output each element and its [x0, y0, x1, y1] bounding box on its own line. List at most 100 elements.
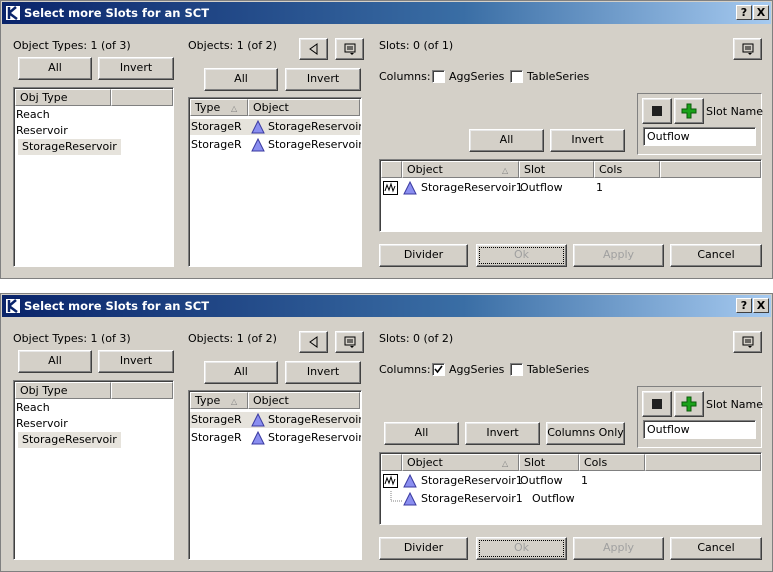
- object-types-invert-button[interactable]: Invert: [98, 57, 174, 80]
- dialog-window-1: Select more Slots for an SCT ? X Object …: [0, 0, 773, 279]
- slot-column-header[interactable]: Slot: [519, 454, 579, 471]
- plus-icon: [681, 396, 697, 412]
- columns-label: Columns:: [379, 363, 431, 376]
- close-button[interactable]: X: [753, 5, 769, 20]
- slots-menu-button[interactable]: [733, 331, 762, 353]
- aggseries-label: AggSeries: [449, 363, 505, 376]
- menu-icon: [742, 43, 753, 55]
- apply-button[interactable]: Apply: [573, 537, 664, 560]
- table-row[interactable]: StorageR StorageReservoir2: [190, 430, 361, 446]
- ok-button[interactable]: Ok: [476, 537, 567, 560]
- object-types-list[interactable]: Obj Type Reach Reservoir StorageReservoi…: [13, 87, 174, 267]
- objects-list[interactable]: Type △ Object StorageR StorageReservoir1 …: [188, 390, 362, 560]
- table-row[interactable]: StorageReservoir1 Outflow 1: [381, 180, 761, 196]
- divider-button[interactable]: Divider: [379, 244, 468, 267]
- help-button[interactable]: ?: [736, 5, 752, 20]
- ok-button[interactable]: Ok: [476, 244, 567, 267]
- list-item[interactable]: Reach: [16, 400, 50, 416]
- slots-all-button[interactable]: All: [384, 422, 459, 445]
- stop-button[interactable]: [642, 391, 672, 417]
- object-column-header[interactable]: Object △: [402, 454, 519, 471]
- obj-type-column-header[interactable]: Obj Type: [15, 382, 111, 399]
- dialog-window-2: Select more Slots for an SCT ? X Object …: [0, 293, 773, 572]
- collapse-left-button[interactable]: [299, 331, 328, 353]
- close-button[interactable]: X: [753, 298, 769, 313]
- slot-name-label: Slot Name: [706, 398, 764, 411]
- table-row[interactable]: StorageR StorageReservoir1: [190, 119, 361, 135]
- list-item[interactable]: Reservoir: [16, 123, 68, 139]
- slots-menu-button[interactable]: [733, 38, 762, 60]
- list-item[interactable]: Reach: [16, 107, 50, 123]
- list-item[interactable]: Reservoir: [16, 416, 68, 432]
- table-row[interactable]: StorageReservoir1 Outflow 1: [381, 473, 761, 489]
- object-column-header[interactable]: Object: [248, 99, 360, 116]
- reservoir-icon: [251, 138, 265, 152]
- slot-name-input[interactable]: Outflow: [643, 420, 756, 439]
- objects-invert-button[interactable]: Invert: [285, 361, 361, 384]
- objects-list[interactable]: Type △ Object StorageR StorageReservoir1 …: [188, 97, 362, 267]
- object-column-header[interactable]: Object △: [402, 161, 519, 178]
- row-type: StorageR: [191, 120, 242, 133]
- table-row-child[interactable]: StorageReservoir1 Outflow: [381, 491, 761, 507]
- cols-column-header[interactable]: Cols: [594, 161, 660, 178]
- objects-menu-button[interactable]: [335, 331, 364, 353]
- objects-invert-button[interactable]: Invert: [285, 68, 361, 91]
- row-slot: Outflow: [520, 474, 563, 487]
- aggseries-checkbox[interactable]: [432, 363, 445, 376]
- row-slot: Outflow: [532, 492, 575, 505]
- table-row[interactable]: StorageR StorageReservoir2: [190, 137, 361, 153]
- slots-list[interactable]: Object △ Slot Cols StorageReservoir1 Outf…: [379, 452, 762, 525]
- series-icon: [383, 474, 398, 488]
- aggseries-checkbox[interactable]: [432, 70, 445, 83]
- objects-all-button[interactable]: All: [204, 68, 278, 91]
- add-slot-button[interactable]: [674, 98, 704, 124]
- list-item-selected[interactable]: StorageReservoir: [18, 432, 121, 448]
- slots-all-button[interactable]: All: [469, 129, 544, 152]
- title-bar[interactable]: Select more Slots for an SCT ? X: [2, 2, 771, 24]
- slots-invert-button[interactable]: Invert: [465, 422, 540, 445]
- stop-button[interactable]: [642, 98, 672, 124]
- type-column-header[interactable]: Type △: [190, 392, 248, 409]
- help-button[interactable]: ?: [736, 298, 752, 313]
- object-types-all-button[interactable]: All: [18, 57, 92, 80]
- list-item-selected[interactable]: StorageReservoir: [18, 139, 121, 155]
- object-column-header[interactable]: Object: [248, 392, 360, 409]
- series-icon: [383, 181, 398, 195]
- cols-column-header[interactable]: Cols: [579, 454, 645, 471]
- aggseries-label: AggSeries: [449, 70, 505, 83]
- cancel-button[interactable]: Cancel: [670, 537, 762, 560]
- cancel-button[interactable]: Cancel: [670, 244, 762, 267]
- divider-button[interactable]: Divider: [379, 537, 468, 560]
- slot-name-input[interactable]: Outflow: [643, 127, 756, 146]
- apply-button[interactable]: Apply: [573, 244, 664, 267]
- objects-all-button[interactable]: All: [204, 361, 278, 384]
- plus-icon: [681, 103, 697, 119]
- triangle-left-icon: [308, 43, 317, 55]
- columns-only-button[interactable]: Columns Only: [546, 422, 625, 445]
- objects-menu-button[interactable]: [335, 38, 364, 60]
- empty-column-header: [645, 454, 761, 471]
- object-types-all-button[interactable]: All: [18, 350, 92, 373]
- collapse-left-button[interactable]: [299, 38, 328, 60]
- reservoir-icon: [403, 492, 417, 506]
- obj-type-column-header[interactable]: Obj Type: [15, 89, 111, 106]
- triangle-left-icon: [308, 336, 317, 348]
- object-types-invert-button[interactable]: Invert: [98, 350, 174, 373]
- objects-label: Objects: 1 (of 2): [188, 39, 277, 52]
- dialog-title: Select more Slots for an SCT: [24, 299, 210, 313]
- title-bar[interactable]: Select more Slots for an SCT ? X: [2, 295, 771, 317]
- row-object: StorageReservoir1: [268, 413, 362, 426]
- slot-column-header[interactable]: Slot: [519, 161, 594, 178]
- table-row[interactable]: StorageR StorageReservoir1: [190, 412, 362, 428]
- add-slot-button[interactable]: [674, 391, 704, 417]
- checkmark-icon: [434, 365, 443, 374]
- tableseries-checkbox[interactable]: [510, 363, 523, 376]
- row-type: StorageR: [191, 431, 242, 444]
- tableseries-checkbox[interactable]: [510, 70, 523, 83]
- object-types-list[interactable]: Obj Type Reach Reservoir StorageReservoi…: [13, 380, 174, 560]
- type-column-header[interactable]: Type △: [190, 99, 248, 116]
- slots-list[interactable]: Object △ Slot Cols StorageReservoir1 Outf…: [379, 159, 762, 232]
- slots-invert-button[interactable]: Invert: [550, 129, 625, 152]
- empty-column-header: [111, 89, 173, 106]
- empty-column-header: [111, 382, 173, 399]
